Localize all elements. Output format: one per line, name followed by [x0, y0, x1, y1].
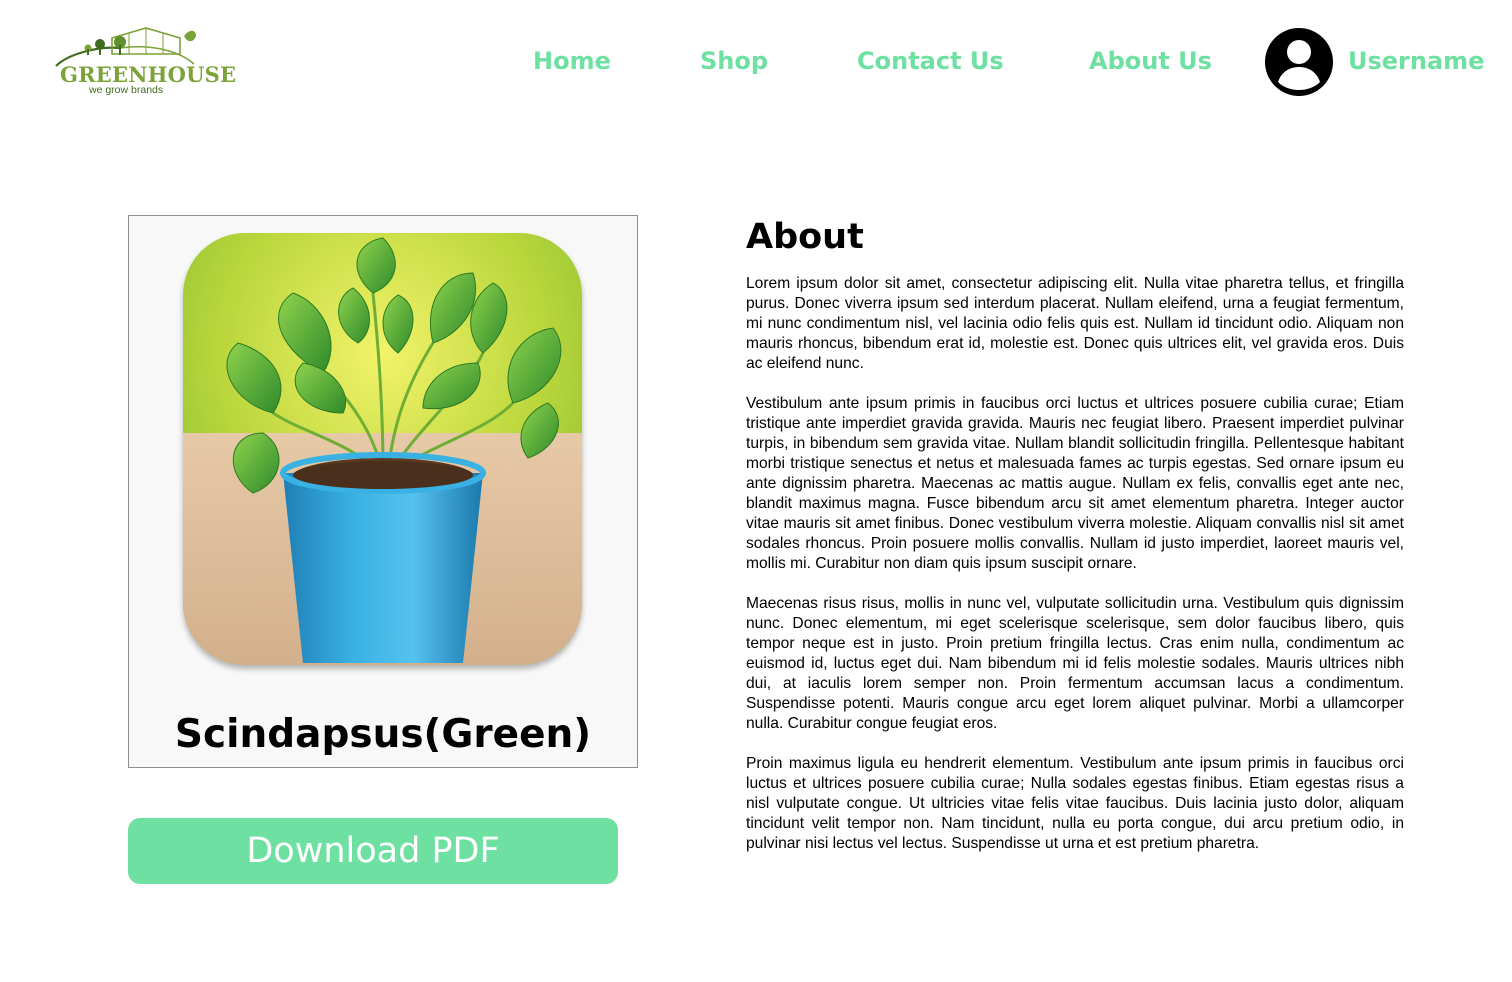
download-pdf-button[interactable]: Download PDF — [128, 818, 618, 884]
username-label[interactable]: Username — [1348, 46, 1484, 76]
product-page: GREENHOUSE we grow brands Home Shop Cont… — [0, 0, 1512, 982]
product-image — [183, 233, 582, 665]
nav-about-us[interactable]: About Us — [1089, 46, 1212, 76]
about-description: Lorem ipsum dolor sit amet, consectetur … — [746, 274, 1404, 874]
about-paragraph: Lorem ipsum dolor sit amet, consectetur … — [746, 275, 1404, 372]
greenhouse-logo[interactable]: GREENHOUSE we grow brands — [50, 24, 236, 100]
about-paragraph: Vestibulum ante ipsum primis in faucibus… — [746, 395, 1404, 572]
potted-plant-photo-icon — [183, 233, 582, 665]
product-name: Scindapsus(Green) — [174, 712, 592, 757]
logo-tagline: we grow brands — [89, 84, 164, 96]
nav-shop[interactable]: Shop — [700, 46, 768, 76]
product-card: Scindapsus(Green) — [128, 215, 638, 768]
about-paragraph: Proin maximus ligula eu hendrerit elemen… — [746, 755, 1404, 852]
nav-contact-us[interactable]: Contact Us — [857, 46, 1004, 76]
about-paragraph: Maecenas risus risus, mollis in nunc vel… — [746, 595, 1404, 732]
account-circle-icon[interactable] — [1264, 27, 1334, 97]
about-title: About — [746, 217, 864, 257]
nav-home[interactable]: Home — [533, 46, 611, 76]
